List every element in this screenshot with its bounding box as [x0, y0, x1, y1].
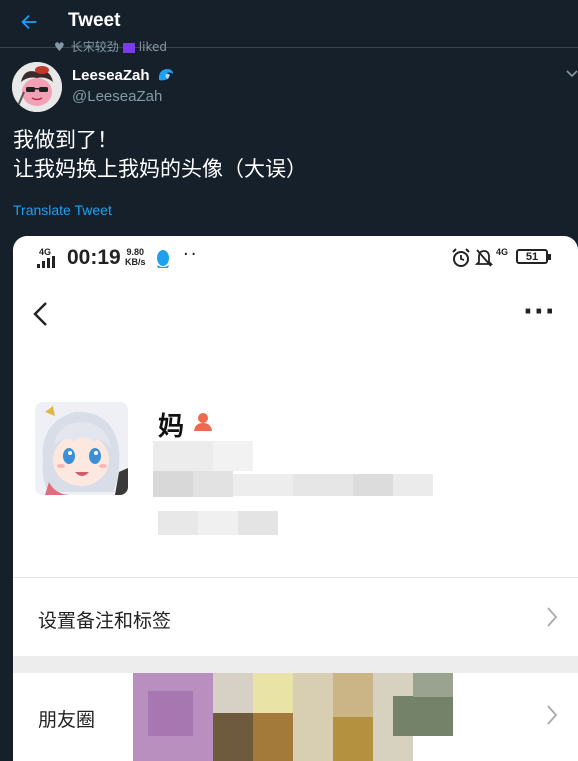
battery-indicator: 51 — [516, 249, 551, 264]
phone-status-bar: 4G 00:19 9.80 KB/s ·· 4G 51 — [13, 236, 578, 280]
author-avatar[interactable] — [12, 62, 62, 112]
social-context-text: 长宋较劲 — [70, 40, 119, 54]
author-name[interactable]: LeeseaZah — [72, 67, 150, 84]
speed-unit: KB/s — [125, 257, 146, 267]
social-context-suffix: liked — [138, 40, 167, 54]
tweet-text-line-1: 我做到了！ — [13, 128, 118, 152]
tweet-media-image[interactable]: 4G 00:19 9.80 KB/s ·· 4G 51 ··· 妈 设置备注和标… — [13, 236, 578, 761]
network-speed: 9.80 KB/s — [125, 247, 146, 267]
set-remark-row-label[interactable]: 设置备注和标签 — [38, 606, 171, 633]
back-arrow-icon[interactable] — [18, 11, 40, 33]
more-notifications-dots: ·· — [183, 244, 199, 265]
section-separator — [13, 656, 578, 673]
chevron-right-icon — [547, 705, 558, 725]
speed-value: 9.80 — [126, 247, 145, 257]
translate-tweet-link[interactable]: Translate Tweet — [13, 202, 112, 218]
status-time: 00:19 — [67, 246, 121, 269]
anime-girl-illustration — [35, 402, 128, 495]
emoji-icon — [122, 42, 135, 53]
alarm-icon — [452, 248, 470, 267]
author-handle[interactable]: @LeeseaZah — [72, 88, 162, 105]
moments-row-label[interactable]: 朋友圈 — [38, 705, 95, 732]
person-icon — [194, 413, 212, 431]
chevron-left-icon[interactable] — [31, 300, 51, 328]
qq-icon — [157, 250, 169, 268]
more-options-icon[interactable]: ··· — [523, 299, 556, 325]
wave-icon — [158, 69, 173, 81]
page-title: Tweet — [68, 10, 121, 31]
chevron-down-icon[interactable] — [565, 69, 578, 79]
bell-muted-icon — [475, 249, 493, 267]
signal-icon — [37, 256, 55, 268]
contact-name: 妈 — [158, 412, 185, 442]
avatar-illustration — [12, 62, 62, 112]
tweet-text-line-2: 让我妈换上我妈的头像（大误） — [13, 157, 307, 181]
social-context: ♥ 长宋较劲 liked — [54, 38, 167, 54]
contact-avatar[interactable] — [35, 402, 128, 495]
divider — [13, 577, 578, 578]
heart-icon: ♥ — [54, 40, 65, 54]
chevron-right-icon — [547, 607, 558, 627]
network-label-right: 4G — [496, 247, 509, 257]
